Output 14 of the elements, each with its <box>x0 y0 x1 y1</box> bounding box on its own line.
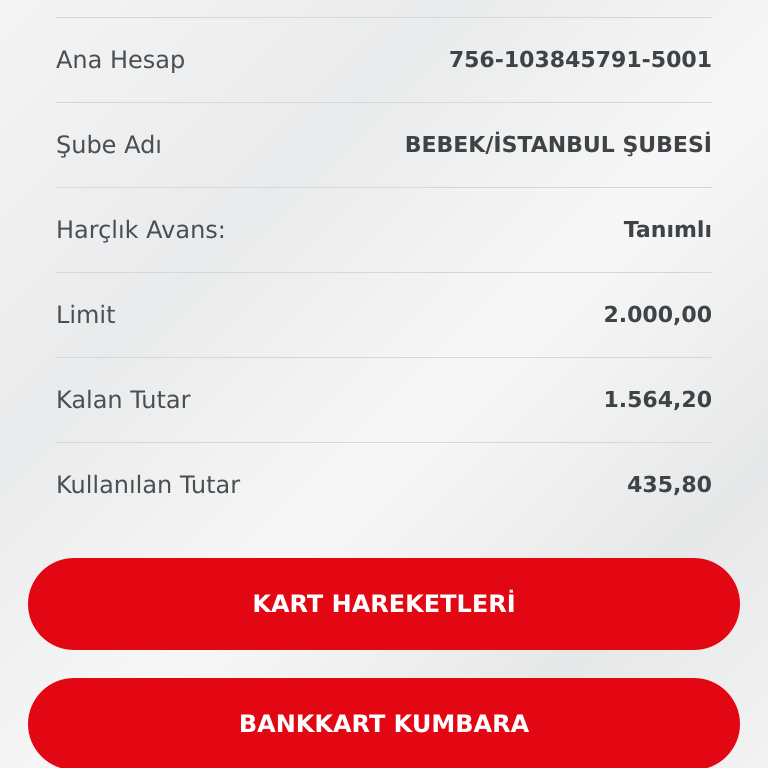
field-label: Limit <box>56 301 116 329</box>
field-value: BEBEK/İSTANBUL ŞUBESİ <box>404 132 712 158</box>
field-label: Şube Adı <box>56 131 162 159</box>
field-value: 435,80 <box>627 472 712 498</box>
field-label: Ana Hesap <box>56 46 186 74</box>
field-value: 1.564,20 <box>603 388 712 412</box>
action-button[interactable]: KART HAREKETLERİ <box>28 558 740 650</box>
field-label: Kalan Tutar <box>56 386 190 414</box>
field-label: Kullanılan Tutar <box>56 471 240 499</box>
field-value: Tanımlı <box>624 218 712 242</box>
action-button[interactable]: BANKKART KUMBARA <box>28 678 740 768</box>
field-label: Harçlık Avans: <box>56 216 226 244</box>
field-value: 756-103845791-5001 <box>448 48 712 72</box>
field-value: 2.000,00 <box>603 302 712 328</box>
